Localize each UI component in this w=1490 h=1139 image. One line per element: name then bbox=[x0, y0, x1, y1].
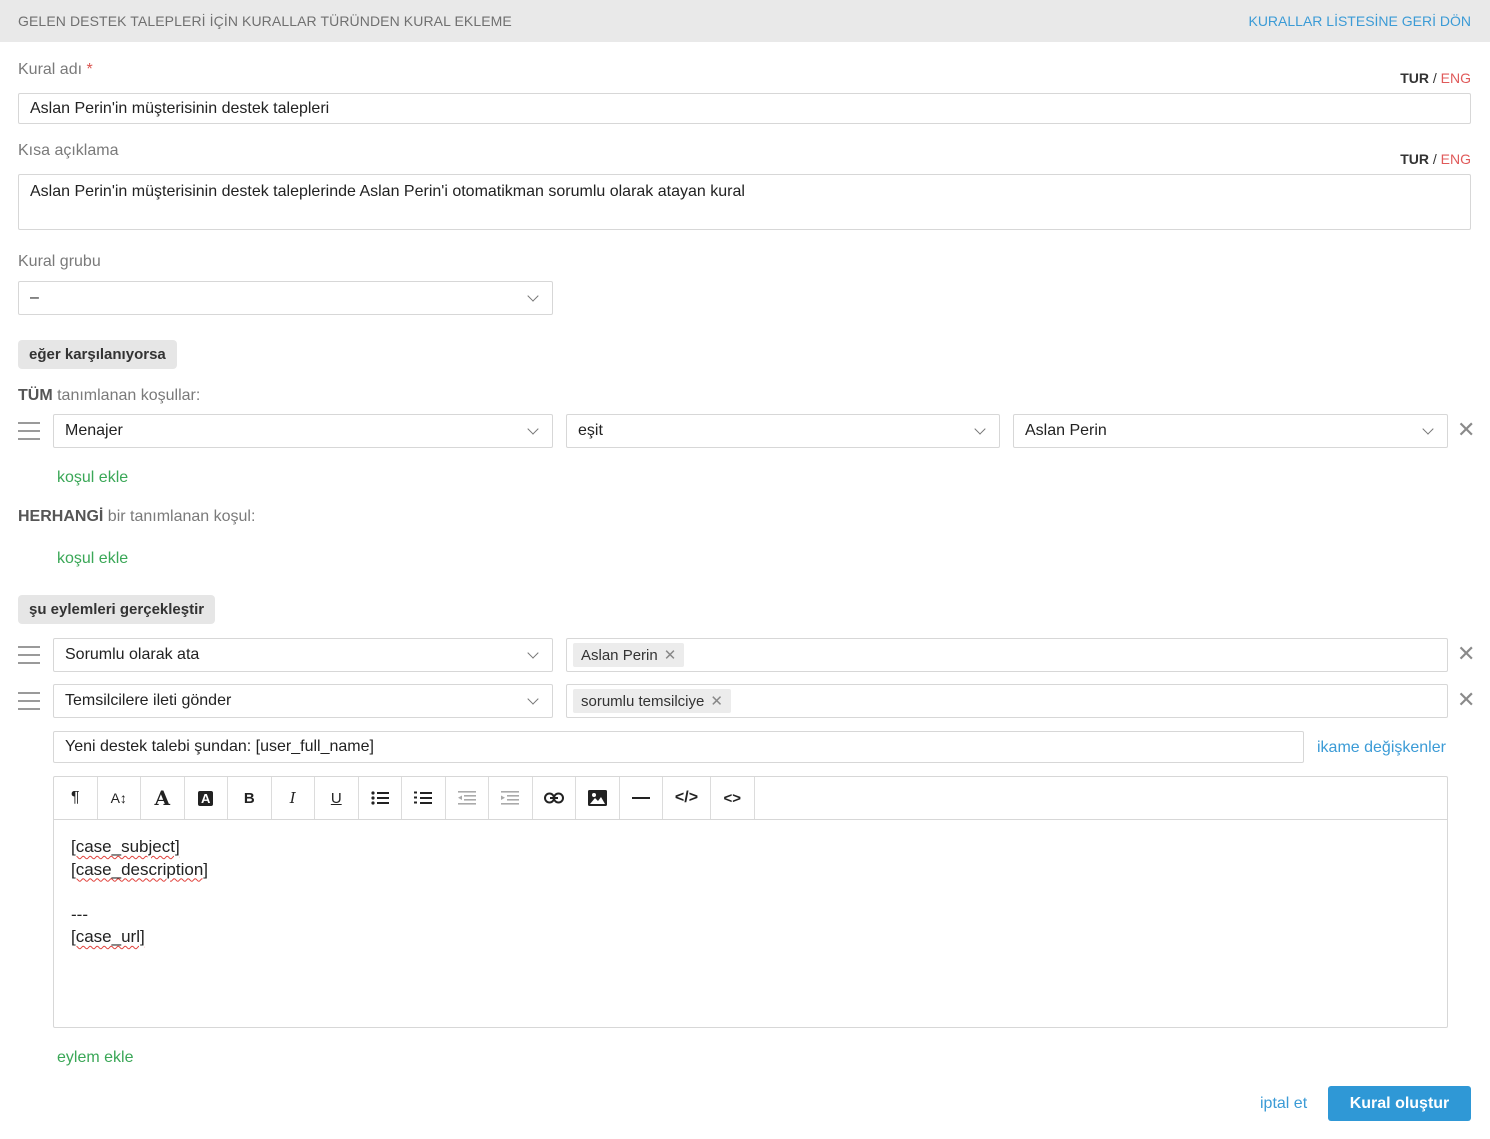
rule-group-label: Kural grubu bbox=[18, 253, 101, 270]
bold-icon[interactable]: B bbox=[228, 777, 272, 819]
font-color-icon[interactable]: A bbox=[141, 777, 185, 819]
action-type-select[interactable]: Temsilcilere ileti gönder bbox=[53, 684, 553, 718]
lang-tur[interactable]: TUR bbox=[1400, 70, 1429, 86]
condition-value-select[interactable]: Aslan Perin bbox=[1013, 414, 1448, 448]
image-icon[interactable] bbox=[576, 777, 620, 819]
bullet-list-icon[interactable] bbox=[359, 777, 402, 819]
action-recipients-multiselect[interactable]: sorumlu temsilciye ✕ bbox=[566, 684, 1448, 718]
rule-name-input[interactable]: Aslan Perin'in müşterisinin destek talep… bbox=[18, 93, 1471, 124]
underline-icon[interactable]: U bbox=[315, 777, 359, 819]
conditions-section-header: eğer karşılanıyorsa bbox=[18, 340, 177, 369]
italic-icon[interactable]: I bbox=[272, 777, 315, 819]
link-icon[interactable] bbox=[533, 777, 576, 819]
chevron-down-icon bbox=[1422, 422, 1434, 435]
substitution-variables-link[interactable]: ikame değişkenler bbox=[1317, 739, 1446, 757]
font-size-icon[interactable]: A↕ bbox=[98, 777, 141, 819]
drag-handle-icon[interactable] bbox=[18, 645, 40, 665]
paragraph-icon[interactable]: ¶ bbox=[54, 777, 98, 819]
remove-tag-close-icon[interactable]: ✕ bbox=[710, 692, 723, 710]
remove-condition-close-icon[interactable]: ✕ bbox=[1457, 419, 1475, 441]
outdent-icon[interactable] bbox=[446, 777, 489, 819]
source-code-icon[interactable]: <> bbox=[711, 777, 755, 819]
chevron-down-icon bbox=[974, 422, 986, 435]
any-conditions-label: HERHANGİ bir tanımlanan koşul: bbox=[18, 508, 256, 525]
lang-eng[interactable]: ENG bbox=[1441, 151, 1471, 167]
numbered-list-icon[interactable] bbox=[402, 777, 446, 819]
chevron-down-icon bbox=[527, 289, 539, 302]
indent-icon[interactable] bbox=[489, 777, 533, 819]
background-color-icon[interactable]: A bbox=[185, 777, 228, 819]
message-body-editor: ¶ A↕ A A B I U </> <> [case_subject] [ca… bbox=[53, 776, 1448, 1028]
condition-operator-select[interactable]: eşit bbox=[566, 414, 1000, 448]
message-subject-input[interactable]: Yeni destek talebi şundan: [user_full_na… bbox=[53, 731, 1304, 763]
page-title: GELEN DESTEK TALEPLERİ İÇİN KURALLAR TÜR… bbox=[18, 13, 512, 29]
add-condition-all-link[interactable]: koşul ekle bbox=[57, 469, 128, 487]
rule-name-lang-switch: TUR / ENG bbox=[1400, 70, 1471, 86]
actions-section-header: şu eylemleri gerçekleştir bbox=[18, 595, 216, 624]
assignee-tag: Aslan Perin ✕ bbox=[573, 643, 685, 667]
short-desc-lang-switch: TUR / ENG bbox=[1400, 151, 1471, 167]
code-view-icon[interactable]: </> bbox=[663, 777, 711, 819]
create-rule-button[interactable]: Kural oluştur bbox=[1328, 1086, 1471, 1121]
all-conditions-label: TÜM tanımlanan koşullar: bbox=[18, 387, 201, 404]
cancel-button[interactable]: iptal et bbox=[1260, 1095, 1307, 1113]
drag-handle-icon[interactable] bbox=[18, 691, 40, 711]
remove-action-close-icon[interactable]: ✕ bbox=[1457, 643, 1475, 665]
chevron-down-icon bbox=[527, 692, 539, 705]
add-condition-any-link[interactable]: koşul ekle bbox=[57, 550, 128, 568]
lang-eng[interactable]: ENG bbox=[1441, 70, 1471, 86]
action-type-select[interactable]: Sorumlu olarak ata bbox=[53, 638, 553, 672]
action-assignee-multiselect[interactable]: Aslan Perin ✕ bbox=[566, 638, 1448, 672]
editor-toolbar: ¶ A↕ A A B I U </> <> bbox=[54, 777, 1447, 820]
drag-handle-icon[interactable] bbox=[18, 421, 40, 441]
chevron-down-icon bbox=[527, 646, 539, 659]
horizontal-rule-icon[interactable] bbox=[620, 777, 663, 819]
rule-name-label: Kural adı * bbox=[18, 61, 93, 78]
condition-field-select[interactable]: Menajer bbox=[53, 414, 553, 448]
recipient-tag: sorumlu temsilciye ✕ bbox=[573, 689, 731, 713]
remove-tag-close-icon[interactable]: ✕ bbox=[664, 646, 677, 664]
rule-group-select[interactable]: – bbox=[18, 281, 553, 315]
chevron-down-icon bbox=[527, 422, 539, 435]
editor-content[interactable]: [case_subject] [case_description] --- [c… bbox=[54, 820, 1447, 965]
back-to-rules-link[interactable]: KURALLAR LİSTESİNE GERİ DÖN bbox=[1248, 13, 1471, 29]
add-action-link[interactable]: eylem ekle bbox=[57, 1049, 133, 1067]
short-desc-textarea[interactable]: Aslan Perin'in müşterisinin destek talep… bbox=[18, 174, 1471, 230]
lang-tur[interactable]: TUR bbox=[1400, 151, 1429, 167]
remove-action-close-icon[interactable]: ✕ bbox=[1457, 689, 1475, 711]
short-desc-label: Kısa açıklama bbox=[18, 142, 119, 159]
